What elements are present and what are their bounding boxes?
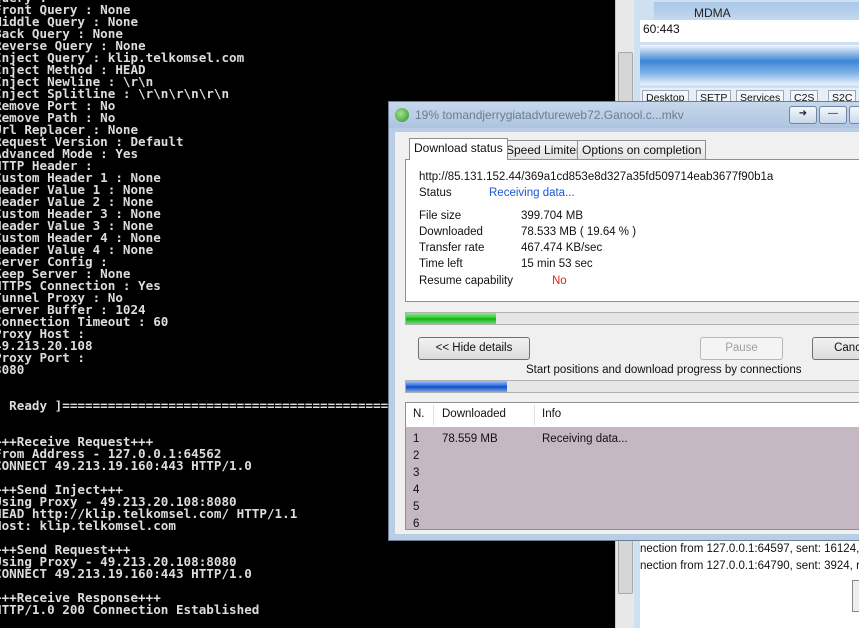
cell-n: 2	[413, 450, 420, 462]
column-header-info[interactable]: Info	[542, 408, 561, 420]
restore-arrow-icon[interactable]: ➜	[789, 106, 817, 124]
minimize-icon[interactable]: —	[819, 106, 847, 124]
download-status-panel: http://85.131.152.44/369a1cd853e8d327a35…	[405, 159, 859, 302]
pause-button[interactable]: Pause	[700, 337, 783, 360]
log-line: nection from 127.0.0.1:64790, sent: 3924…	[640, 560, 859, 572]
cell-downloaded: 78.559 MB	[442, 433, 498, 445]
background-port-text: 60:443	[640, 20, 859, 42]
download-dialog: 19% tomandjerrygiatadvtureweb72.Ganool.c…	[388, 101, 859, 541]
log-line: nection from 127.0.0.1:64597, sent: 1612…	[640, 543, 859, 555]
table-row[interactable]: 3	[406, 465, 859, 482]
log-scrollbar[interactable]	[852, 580, 859, 612]
table-row[interactable]: 5	[406, 499, 859, 516]
cell-n: 4	[413, 484, 420, 496]
tab-speed-limiter[interactable]: Speed Limiter	[501, 140, 586, 159]
background-log: nection from 127.0.0.1:64597, sent: 1612…	[640, 540, 859, 628]
connections-caption: Start positions and download progress by…	[526, 364, 802, 376]
downloaded-label: Downloaded	[419, 226, 483, 238]
resume-capability-label: Resume capability	[419, 275, 513, 287]
cell-info: Receiving data...	[542, 433, 628, 445]
cell-n: 3	[413, 467, 420, 479]
table-row[interactable]: 6	[406, 516, 859, 530]
console-output: Query : Front Query : None Middle Query …	[0, 0, 419, 617]
cell-n: 1	[413, 433, 420, 445]
dialog-body: Download status Speed Limiter Options on…	[395, 132, 859, 534]
table-row[interactable]: 2	[406, 448, 859, 465]
transfer-rate-label: Transfer rate	[419, 242, 485, 254]
hide-details-button[interactable]: << Hide details	[418, 337, 530, 360]
cell-n: 5	[413, 501, 420, 513]
download-app-icon	[395, 108, 409, 122]
time-left-value: 15 min 53 sec	[521, 258, 593, 270]
tab-options-on-completion[interactable]: Options on completion	[577, 140, 707, 159]
cancel-button[interactable]: Cancel	[812, 337, 859, 360]
table-row[interactable]: 4	[406, 482, 859, 499]
tab-download-status[interactable]: Download status	[409, 138, 508, 160]
download-url: http://85.131.152.44/369a1cd853e8d327a35…	[419, 171, 774, 183]
download-progress-fill	[406, 313, 496, 324]
transfer-rate-value: 467.474 KB/sec	[521, 242, 603, 254]
connections-table-body: 1 78.559 MB Receiving data... 2 3 4 5 6	[406, 427, 859, 529]
background-window-title: MDMA	[694, 6, 731, 20]
maximize-icon[interactable]: □	[849, 106, 859, 124]
cell-n: 6	[413, 518, 420, 530]
connections-progress-fill	[406, 381, 507, 392]
column-header-downloaded[interactable]: Downloaded	[442, 408, 506, 420]
file-size-label: File size	[419, 210, 462, 222]
file-size-value: 399.704 MB	[521, 210, 584, 222]
dialog-title: 19% tomandjerrygiatadvtureweb72.Ganool.c…	[415, 108, 684, 122]
status-value: Receiving data...	[489, 187, 575, 199]
column-header-n[interactable]: N.	[413, 408, 425, 420]
connections-table-header: N. Downloaded Info	[406, 403, 859, 428]
resume-capability-value: No	[552, 275, 567, 287]
connections-table: N. Downloaded Info 1 78.559 MB Receiving d…	[405, 402, 859, 530]
time-left-label: Time left	[419, 258, 463, 270]
background-banner	[640, 45, 859, 85]
dialog-titlebar[interactable]: 19% tomandjerrygiatadvtureweb72.Ganool.c…	[389, 102, 859, 128]
table-row[interactable]: 1 78.559 MB Receiving data...	[406, 431, 859, 448]
status-label: Status	[419, 187, 452, 199]
connections-progress-bar	[405, 380, 859, 393]
downloaded-value: 78.533 MB ( 19.64 % )	[521, 226, 637, 238]
download-progress-bar	[405, 312, 859, 325]
